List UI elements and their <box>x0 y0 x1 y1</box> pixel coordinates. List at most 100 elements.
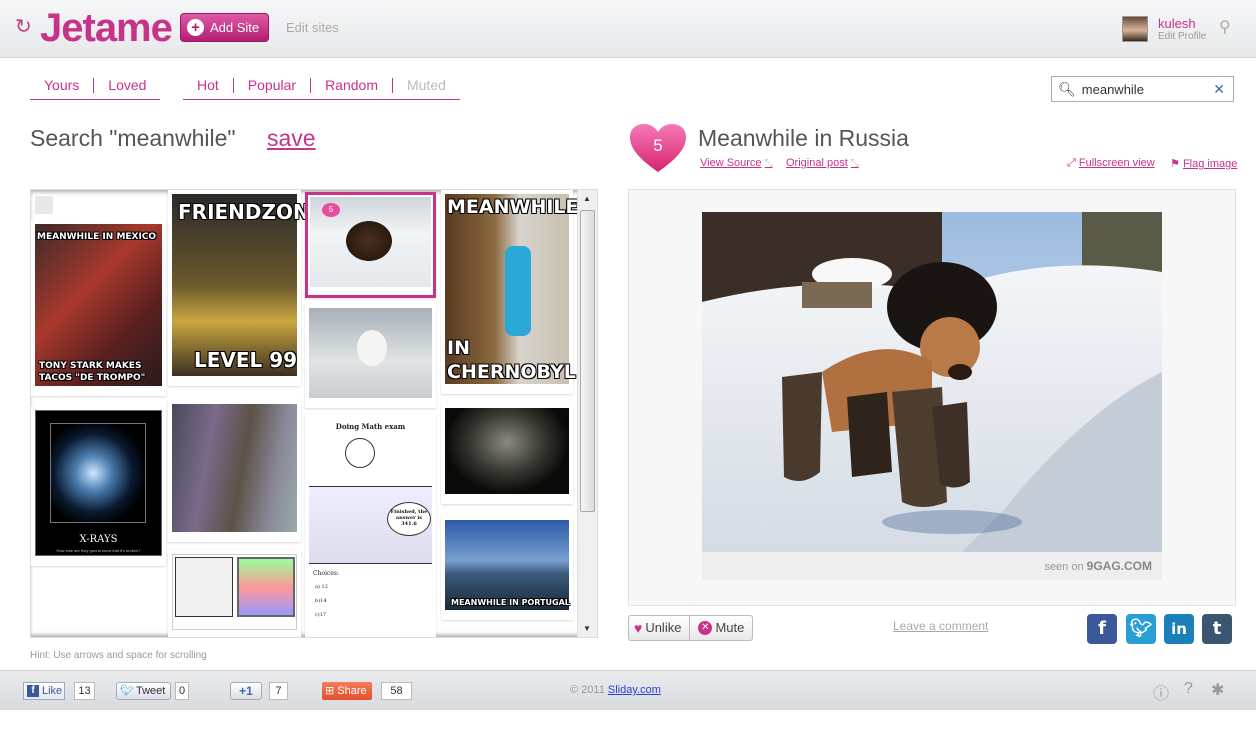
facebook-share-icon[interactable]: f <box>1087 614 1117 644</box>
plus-one-count: 7 <box>269 682 288 700</box>
main-image-drawing <box>702 212 1162 552</box>
external-icon: ⤡ <box>764 158 773 169</box>
thumb-dog <box>346 221 392 261</box>
tweet-count: 0 <box>175 682 189 700</box>
thumb-xrays[interactable]: X-RAYS How else are they gonna know that… <box>31 406 166 566</box>
thumb-caption-top: FRIENDZONE <box>178 200 324 224</box>
bug-report-icon[interactable]: ✱ <box>1211 680 1224 700</box>
add-site-button[interactable]: + Add Site <box>180 13 269 42</box>
search-title: Search "meanwhile" <box>30 125 236 151</box>
rage-face-panel <box>175 557 233 617</box>
choice-b: b)14 <box>315 598 327 604</box>
thumb-portugal[interactable]: MEANWHILE IN PORTUGAL <box>441 516 573 620</box>
thumb-caption-bottom: X-RAYS <box>79 534 118 545</box>
math-title: Doing Math exam <box>335 422 406 431</box>
clear-search-icon[interactable]: ✕ <box>1213 81 1225 98</box>
edit-sites-link[interactable]: Edit sites <box>286 20 339 35</box>
fb-like-label: Like <box>42 685 63 697</box>
plus-icon: + <box>187 19 204 36</box>
help-icon[interactable]: ? <box>1184 680 1193 698</box>
external-icon: ⤡ <box>850 158 859 169</box>
leave-comment-link[interactable]: Leave a comment <box>893 619 988 633</box>
main-image[interactable] <box>702 212 1162 552</box>
tweet-button[interactable]: 🐦︎ Tweet <box>116 682 171 700</box>
scroll-down-icon[interactable]: ▼ <box>583 624 591 633</box>
share-label: Share <box>337 685 367 697</box>
linkedin-share-icon[interactable]: in <box>1164 614 1194 644</box>
thumb-image <box>445 408 569 494</box>
share-button[interactable]: ⊞ Share <box>322 682 372 700</box>
choice-a: a) 12 <box>315 584 328 590</box>
nav-hot[interactable]: Hot <box>183 78 234 93</box>
rage-face <box>345 438 375 468</box>
thumb-rage-comic[interactable] <box>168 550 301 637</box>
thumb-image: Doing Math exam Finished, the answer is … <box>309 418 432 628</box>
thumb-tree-lights[interactable] <box>441 404 573 504</box>
sliday-link[interactable]: Sliday.com <box>608 684 661 696</box>
add-site-label: Add Site <box>210 20 260 35</box>
thumb-image <box>445 520 569 610</box>
thumb-snow-creature[interactable] <box>305 304 436 408</box>
nav-random[interactable]: Random <box>311 78 393 93</box>
tumblr-share-icon[interactable]: t <box>1202 614 1232 644</box>
thumb-caption-top: MEANWHILE IN MEXICO <box>37 232 157 242</box>
thumb-mexico[interactable]: MEANWHILE IN MEXICO TONY STARK MAKES TAC… <box>31 220 166 396</box>
grid-placeholder <box>35 196 53 214</box>
view-source-link[interactable]: View Source ⤡ <box>700 157 773 169</box>
edit-profile-link[interactable]: Edit Profile <box>1158 31 1206 42</box>
info-icon[interactable]: ⓘ <box>1153 680 1169 704</box>
facebook-like-button[interactable]: f Like <box>23 682 65 700</box>
unlike-button[interactable]: ♥ Unlike <box>629 616 691 640</box>
flag-icon: ⚑ <box>1170 158 1180 170</box>
search-icon: 🔍︎ <box>1058 80 1076 97</box>
nav-yours[interactable]: Yours <box>30 78 95 93</box>
seen-on-site: 9GAG.COM <box>1086 559 1152 573</box>
share-count: 58 <box>381 682 412 700</box>
thumb-friendzone[interactable]: FRIENDZONE LEVEL 99 <box>168 190 323 386</box>
username-link[interactable]: kulesh <box>1158 16 1196 31</box>
scroll-up-icon[interactable]: ▲ <box>583 194 591 203</box>
seen-on-prefix: seen on <box>1044 561 1084 573</box>
thumb-russia-selected[interactable]: 5 <box>305 192 436 298</box>
thumb-math-exam[interactable]: Doing Math exam Finished, the answer is … <box>305 414 436 637</box>
grid-scrollbar[interactable]: ▲ ▼ <box>577 190 597 637</box>
scroll-thumb[interactable] <box>580 210 595 512</box>
thumb-caption-bottom: IN CHERNOBYL <box>447 337 576 383</box>
twitter-share-icon[interactable]: 🐦︎ <box>1126 614 1156 644</box>
thumb-caption-top: MEANWHILE <box>447 196 579 218</box>
avatar[interactable] <box>1122 16 1148 42</box>
thumb-chernobyl[interactable]: MEANWHILE IN CHERNOBYL <box>441 190 579 394</box>
choices-label: Choices: <box>313 570 339 577</box>
thumb-caption-bottom: TONY STARK MAKES TACOS "DE TROMPO" <box>39 361 146 383</box>
flag-image-link[interactable]: ⚑ Flag image <box>1170 157 1237 170</box>
view-source-label: View Source <box>700 157 762 169</box>
flag-label: Flag image <box>1182 158 1238 170</box>
save-search-link[interactable]: save <box>267 125 316 152</box>
fullscreen-link[interactable]: ⤢ Fullscreen view <box>1067 157 1155 170</box>
thumb-crowd[interactable] <box>168 400 301 542</box>
thumbnail-grid[interactable]: MEANWHILE IN MEXICO TONY STARK MAKES TAC… <box>30 189 598 638</box>
facebook-icon: f <box>27 685 39 697</box>
nav-loved[interactable]: Loved <box>94 78 160 93</box>
nav-muted[interactable]: Muted <box>393 78 460 93</box>
speech-bubble: Finished, the answer is 341.6 <box>387 502 431 536</box>
thumb-image <box>172 554 297 630</box>
snow-figure <box>357 330 387 366</box>
nav-personal: Yours Loved <box>30 78 161 100</box>
copyright-text: © 2011 <box>570 684 605 696</box>
logout-icon[interactable]: ⚲ <box>1219 17 1231 37</box>
logo[interactable]: Jetame <box>40 6 173 51</box>
blue-suit-kid <box>505 246 531 336</box>
thumb-image <box>309 308 432 398</box>
original-post-link[interactable]: Original post ⤡ <box>786 157 859 169</box>
xray-hand <box>50 423 146 523</box>
scroll-hint: Hint: Use arrows and space for scrolling <box>30 650 207 661</box>
mute-button[interactable]: ✕ Mute <box>690 616 752 640</box>
post-title: Meanwhile in Russia <box>698 125 909 151</box>
google-plus-one-button[interactable]: +1 <box>230 682 262 700</box>
thumb-subcaption: How else are they gonna know that it's b… <box>56 548 141 553</box>
search-input[interactable] <box>1081 81 1212 97</box>
nav-popular[interactable]: Popular <box>234 78 312 93</box>
fullscreen-label: Fullscreen view <box>1078 157 1155 169</box>
mute-icon: ✕ <box>698 621 713 635</box>
